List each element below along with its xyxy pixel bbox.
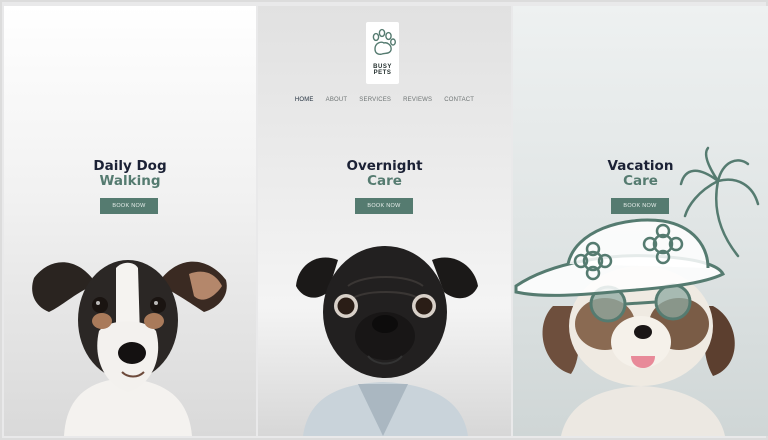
shih-tzu-dog-image <box>514 146 760 436</box>
service-panel-overnight-care: BUSY PETS HOME ABOUT SERVICES REVIEWS CO… <box>258 6 511 436</box>
page-frame: Daily Dog Walking BOOK NOW BUSY PETS HOM… <box>0 0 768 440</box>
jack-russell-dog-image <box>32 260 227 436</box>
service-panel-vacation-care: Vacation Care BOOK NOW <box>513 6 768 436</box>
pug-dog-image <box>296 246 478 436</box>
service-panel-daily-walking: Daily Dog Walking BOOK NOW <box>4 6 256 436</box>
sunhat-doodle <box>514 218 726 297</box>
